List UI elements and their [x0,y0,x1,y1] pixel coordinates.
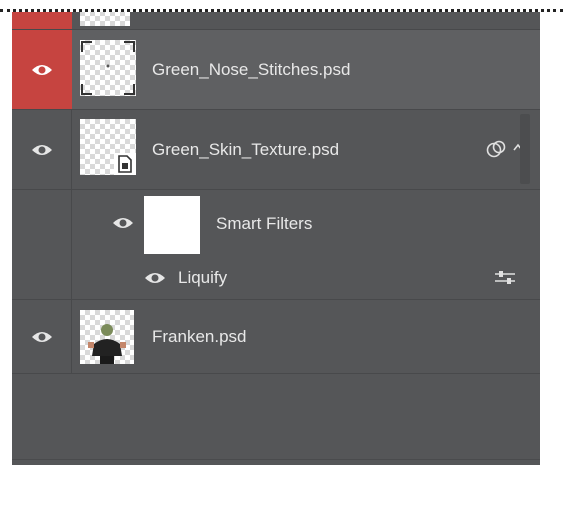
eye-column[interactable] [12,110,72,189]
layer-thumbnail [80,310,134,364]
figure-image-icon [88,324,126,364]
layer-thumbnail [80,40,136,96]
scrollbar[interactable] [520,114,530,184]
layer-thumbnail [80,12,130,26]
layer-name[interactable]: Franken.psd [152,327,247,347]
eye-icon[interactable] [31,143,53,157]
eye-icon[interactable] [112,216,134,230]
filter-mask-thumbnail[interactable] [144,196,200,254]
layers-panel: Green_Nose_Stitches.psd Green_Skin_Textu… [0,0,563,510]
eye-icon[interactable] [31,63,53,77]
layer-row-green-skin-texture[interactable]: Green_Skin_Texture.psd [12,110,540,190]
smart-filters-label[interactable]: Smart Filters [216,214,312,234]
eye-column[interactable] [12,300,72,373]
layer-thumbnail [80,119,136,175]
layer-row-green-nose-stitches[interactable]: Green_Nose_Stitches.psd [12,30,540,110]
eye-column [12,12,72,29]
eye-column [12,190,72,256]
layer-row-franken[interactable]: Franken.psd [12,300,540,374]
smart-filters-row[interactable]: Smart Filters [12,190,540,256]
filter-blending-options-icon[interactable] [494,270,516,286]
smart-object-badge-icon [114,153,136,175]
layers-list: Green_Nose_Stitches.psd Green_Skin_Textu… [12,12,540,465]
eye-column [12,256,72,299]
filter-effects-icon[interactable] [486,140,508,158]
layers-toolbar: fx [12,459,540,465]
layer-row-partial[interactable] [12,12,540,30]
layer-name[interactable]: Green_Nose_Stitches.psd [152,60,350,80]
eye-column[interactable] [12,30,72,109]
eye-icon[interactable] [31,330,53,344]
eye-icon[interactable] [144,271,166,285]
filter-name[interactable]: Liquify [178,268,227,288]
layer-name[interactable]: Green_Skin_Texture.psd [152,140,339,160]
filter-row-liquify[interactable]: Liquify [12,256,540,300]
